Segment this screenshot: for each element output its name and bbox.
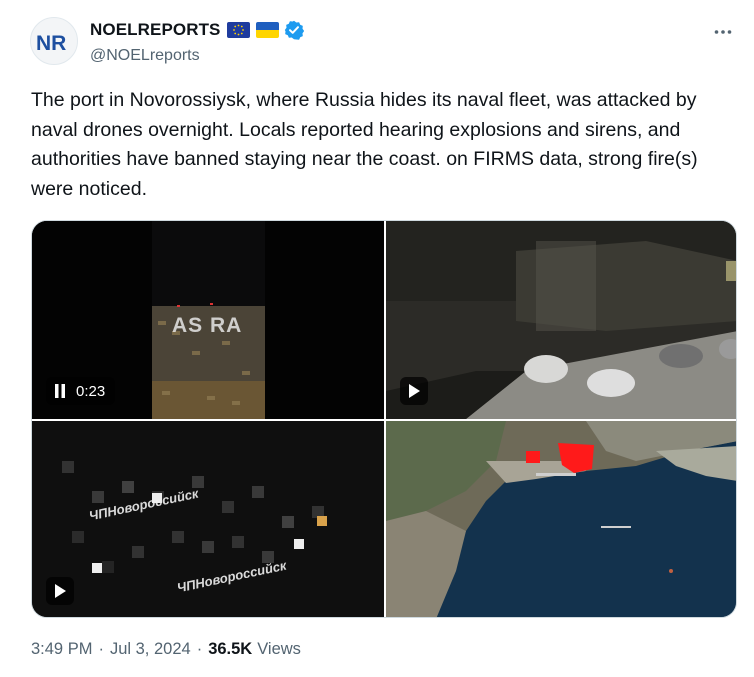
tweet-header: NR NOELREPORTS @NOELreports	[30, 17, 740, 69]
fire-marker-1	[526, 451, 540, 463]
separator: ·	[196, 640, 203, 658]
play-icon	[55, 584, 66, 598]
street-night-scene	[386, 221, 736, 419]
avatar[interactable]: NR	[30, 17, 78, 65]
play-icon	[409, 384, 420, 398]
display-name[interactable]: NOELREPORTS	[90, 20, 221, 40]
views-count[interactable]: 36.5K	[208, 640, 252, 659]
views-label: Views	[257, 640, 301, 658]
play-button[interactable]	[46, 577, 74, 605]
astra-watermark: AS RA	[172, 314, 243, 337]
ukraine-flag-icon	[255, 22, 279, 38]
video-thumbnail-street[interactable]	[386, 221, 736, 419]
media-grid: AS RA 0:23 ЧПНовороссийск ЧПНовороссийск	[31, 220, 737, 618]
user-handle[interactable]: @NOELreports	[90, 47, 304, 65]
satellite-map-image[interactable]	[386, 421, 736, 617]
tweet-date[interactable]: Jul 3, 2024	[110, 640, 191, 659]
pause-icon	[55, 384, 65, 398]
verified-badge-icon[interactable]	[284, 20, 304, 40]
noelreports-logo: NR	[34, 30, 76, 54]
pause-button[interactable]: 0:23	[46, 377, 116, 405]
video-thumbnail-pixelated[interactable]: ЧПНовороссийск ЧПНовороссийск	[32, 421, 384, 617]
video-thumbnail-building[interactable]: AS RA 0:23	[32, 221, 384, 419]
tweet-footer: 3:49 PM · Jul 3, 2024 · 36.5K Views	[31, 640, 301, 659]
eu-flag-icon	[226, 22, 250, 38]
satellite-scene	[386, 421, 736, 617]
video-duration: 0:23	[76, 382, 106, 400]
tweet-text: The port in Novorossiysk, where Russia h…	[31, 89, 698, 200]
separator: ·	[98, 640, 104, 658]
play-button[interactable]	[400, 377, 428, 405]
tweet-time[interactable]: 3:49 PM	[31, 640, 92, 659]
more-options-icon[interactable]	[712, 21, 734, 43]
svg-text:NR: NR	[36, 32, 66, 54]
